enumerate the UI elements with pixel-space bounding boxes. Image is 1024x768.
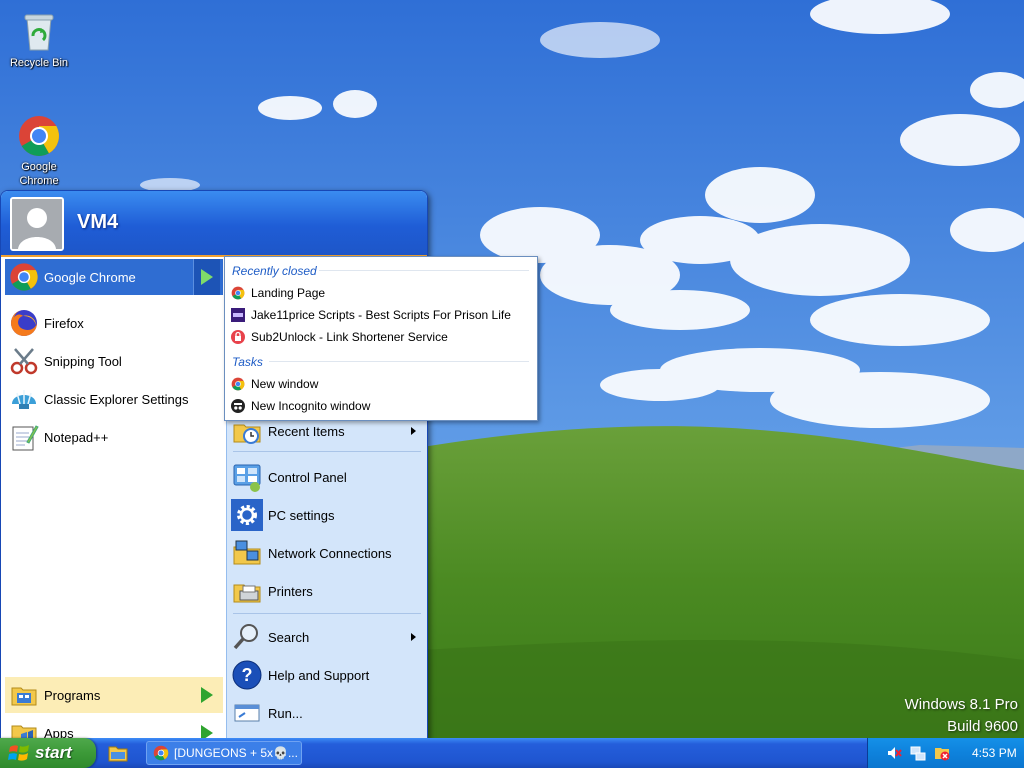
desktop-icon-label: Google Chrome — [19, 161, 59, 187]
submenu-arrow-icon — [411, 633, 416, 641]
start-item-label: Recent Items — [268, 423, 345, 439]
jump-section-recently-closed: Recently closed — [232, 264, 317, 278]
start-item-label: Help and Support — [268, 667, 370, 683]
submenu-arrow-icon — [411, 427, 416, 435]
start-item-label: PC settings — [268, 507, 335, 523]
separator — [319, 270, 529, 271]
jump-item-sub2unlock[interactable]: Sub2Unlock - Link Shortener Service — [231, 327, 448, 347]
control-panel-icon — [231, 461, 263, 493]
chrome-icon — [231, 286, 245, 300]
jump-item-label: New Incognito window — [251, 399, 371, 413]
incognito-icon — [231, 399, 245, 413]
scissors-icon — [9, 346, 39, 376]
run-icon — [231, 697, 263, 729]
svg-text:?: ? — [242, 665, 253, 685]
start-item-snipping-tool[interactable]: Snipping Tool — [5, 343, 223, 379]
apps-icon — [9, 718, 39, 739]
watermark-build: Build 9600 — [947, 718, 1018, 735]
start-item-label: Network Connections — [268, 545, 392, 561]
chrome-icon — [9, 262, 39, 292]
desktop-icon-recycle-bin[interactable]: Recycle Bin — [1, 10, 77, 70]
start-item-label: Classic Explorer Settings — [44, 391, 189, 407]
start-item-search[interactable]: Search — [231, 619, 424, 655]
chrome-icon — [231, 377, 245, 391]
search-icon — [231, 621, 263, 653]
separator — [233, 613, 421, 614]
taskbar-button-label: [DUNGEONS + 5x💀... — [174, 746, 298, 760]
start-item-notepad-plus-plus[interactable]: Notepad++ — [5, 419, 223, 455]
programs-icon — [9, 680, 39, 710]
submenu-arrow-icon[interactable] — [194, 677, 220, 713]
start-item-run[interactable]: Run... — [231, 695, 424, 731]
start-item-printers[interactable]: Printers — [231, 573, 424, 609]
start-item-network-connections[interactable]: Network Connections — [231, 535, 424, 571]
jump-section-tasks: Tasks — [232, 355, 263, 369]
start-item-classic-explorer-settings[interactable]: Classic Explorer Settings — [5, 381, 223, 417]
start-item-label: Search — [268, 629, 310, 645]
os-watermark: Windows 8.1 Pro Build 9600 — [905, 694, 1018, 738]
file-explorer-quicklaunch-icon[interactable] — [108, 744, 128, 762]
notepad-icon — [9, 422, 39, 452]
shell-icon — [9, 384, 39, 414]
start-item-label: Control Panel — [268, 469, 347, 485]
jump-item-jake11price-scripts[interactable]: Jake11price Scripts - Best Scripts For P… — [231, 305, 511, 325]
start-item-label: Snipping Tool — [44, 353, 122, 369]
chrome-jump-list: Recently closed Landing Page Jake11price… — [224, 256, 538, 421]
printer-icon — [231, 575, 263, 607]
desktop-icon-label: Recycle Bin — [9, 57, 69, 69]
chrome-icon — [153, 745, 169, 761]
windows-flag-icon — [8, 743, 30, 763]
taskbar-clock[interactable]: 4:53 PM — [972, 746, 1017, 760]
system-tray: 4:53 PM — [867, 738, 1024, 768]
network-tray-icon[interactable] — [910, 745, 926, 761]
firefox-icon — [9, 308, 39, 338]
volume-muted-icon[interactable] — [886, 745, 902, 761]
watermark-edition: Windows 8.1 Pro — [904, 696, 1018, 713]
desktop-icon-google-chrome[interactable]: Google Chrome — [1, 114, 77, 188]
start-item-label: Printers — [268, 583, 313, 599]
start-item-google-chrome[interactable]: Google Chrome — [5, 259, 223, 295]
submenu-arrow-icon[interactable] — [194, 715, 220, 739]
user-name: VM4 — [77, 211, 119, 233]
start-item-apps[interactable]: Apps — [5, 715, 223, 739]
start-item-help-and-support[interactable]: ? Help and Support — [231, 657, 424, 693]
jump-item-new-incognito-window[interactable]: New Incognito window — [231, 396, 370, 416]
jump-item-label: New window — [251, 377, 319, 391]
gear-icon — [231, 499, 263, 531]
separator — [269, 361, 529, 362]
recycle-bin-icon — [17, 10, 61, 54]
start-menu-left-pane: Google Chrome Firefox Snipping Tool Clas… — [1, 257, 225, 739]
start-menu-header: VM4 — [1, 191, 427, 257]
start-button[interactable]: start — [0, 738, 96, 768]
separator — [233, 451, 421, 452]
submenu-arrow-icon[interactable] — [193, 259, 220, 295]
lock-icon — [231, 330, 245, 344]
network-icon — [231, 537, 263, 569]
taskbar: start [DUNGEONS + 5x💀... 4:53 PM — [0, 738, 1024, 768]
jump-item-label: Landing Page — [251, 286, 326, 300]
start-item-label: Run... — [268, 705, 303, 721]
jump-item-label: Jake11price Scripts - Best Scripts For P… — [251, 308, 511, 322]
start-item-pc-settings[interactable]: PC settings — [231, 497, 424, 533]
start-item-programs[interactable]: Programs — [5, 677, 223, 713]
action-center-alert-icon[interactable] — [934, 745, 950, 761]
start-button-label: start — [35, 743, 72, 762]
jump-item-label: Sub2Unlock - Link Shortener Service — [251, 330, 448, 344]
user-avatar-icon[interactable] — [10, 197, 64, 251]
chrome-icon — [17, 114, 61, 158]
start-item-label: Firefox — [44, 315, 84, 331]
site-favicon-icon — [231, 308, 245, 322]
start-item-firefox[interactable]: Firefox — [5, 305, 223, 341]
taskbar-button-chrome-window[interactable]: [DUNGEONS + 5x💀... — [146, 741, 302, 765]
start-item-label: Programs — [44, 687, 101, 703]
start-item-label: Notepad++ — [44, 429, 109, 445]
help-icon: ? — [231, 659, 263, 691]
jump-item-new-window[interactable]: New window — [231, 374, 318, 394]
start-item-control-panel[interactable]: Control Panel — [231, 459, 424, 495]
start-item-label: Google Chrome — [44, 269, 136, 285]
jump-item-landing-page[interactable]: Landing Page — [231, 283, 325, 303]
